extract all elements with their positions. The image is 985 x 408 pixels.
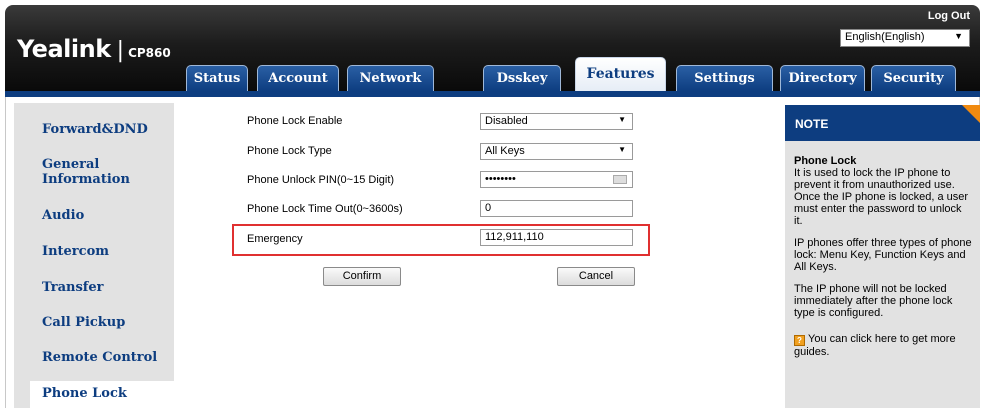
unlock-pin-input[interactable]: •••••••• bbox=[480, 171, 633, 188]
note-paragraph-2: IP phones offer three types of phone loc… bbox=[794, 237, 972, 273]
phone-lock-type-value: All Keys bbox=[485, 145, 525, 157]
tab-directory[interactable]: Directory bbox=[780, 65, 865, 91]
guide-link-text: You can click here to get more guides. bbox=[794, 333, 956, 358]
phone-lock-type-select[interactable]: All Keys ▼ bbox=[480, 143, 633, 160]
model-name: CP860 bbox=[128, 46, 171, 60]
tab-security[interactable]: Security bbox=[871, 65, 956, 91]
unlock-pin-label: Phone Unlock PIN(0~15 Digit) bbox=[247, 174, 395, 186]
phone-lock-enable-value: Disabled bbox=[485, 115, 528, 127]
logo-separator: | bbox=[116, 38, 125, 63]
unlock-pin-value: •••••••• bbox=[485, 173, 516, 185]
sidebar-item-transfer[interactable]: Transfer bbox=[42, 280, 103, 295]
keyboard-icon bbox=[613, 175, 627, 184]
note-panel: Phone Lock It is used to lock the IP pho… bbox=[785, 141, 980, 408]
language-select[interactable]: English(English) ▼ bbox=[840, 29, 970, 47]
cancel-button[interactable]: Cancel bbox=[557, 267, 635, 286]
brand-name: Yealink bbox=[17, 35, 111, 63]
tab-underline-bar bbox=[5, 91, 980, 97]
tab-dsskey[interactable]: Dsskey bbox=[483, 65, 561, 91]
yealink-logo: Yealink | CP860 bbox=[17, 35, 171, 63]
tab-network[interactable]: Network bbox=[347, 65, 434, 91]
sidebar-item-audio[interactable]: Audio bbox=[42, 208, 84, 223]
top-header: Yealink | CP860 Log Out English(English)… bbox=[5, 5, 980, 91]
sidebar-item-intercom[interactable]: Intercom bbox=[42, 244, 109, 259]
note-corner-accent bbox=[962, 105, 980, 123]
sidebar-item-phone-lock[interactable]: Phone Lock bbox=[42, 386, 127, 401]
logout-link[interactable]: Log Out bbox=[928, 10, 970, 22]
tab-features[interactable]: Features bbox=[575, 57, 666, 91]
tab-account[interactable]: Account bbox=[257, 65, 339, 91]
lock-timeout-input[interactable]: 0 bbox=[480, 200, 633, 217]
note-heading: NOTE bbox=[795, 117, 829, 131]
phone-lock-enable-label: Phone Lock Enable bbox=[247, 115, 343, 127]
chevron-down-icon: ▼ bbox=[954, 31, 963, 41]
phone-lock-type-label: Phone Lock Type bbox=[247, 145, 332, 157]
note-paragraph-3: The IP phone will not be locked immediat… bbox=[794, 283, 953, 319]
note-header: NOTE bbox=[785, 105, 980, 141]
emergency-input[interactable]: 112,911,110 bbox=[480, 229, 633, 246]
guide-link[interactable]: ? You can click here to get more guides. bbox=[794, 333, 972, 358]
help-icon: ? bbox=[794, 335, 805, 346]
lock-timeout-label: Phone Lock Time Out(0~3600s) bbox=[247, 203, 403, 215]
confirm-button[interactable]: Confirm bbox=[323, 267, 401, 286]
sidebar-item-general-information[interactable]: General Information bbox=[42, 157, 130, 187]
sidebar-item-call-pickup[interactable]: Call Pickup bbox=[42, 315, 125, 330]
note-title: Phone Lock bbox=[794, 155, 857, 167]
note-paragraph-1: It is used to lock the IP phone to preve… bbox=[794, 167, 969, 227]
sidebar-item-remote-control[interactable]: Remote Control bbox=[42, 350, 157, 365]
emergency-label: Emergency bbox=[247, 233, 303, 245]
tab-settings[interactable]: Settings bbox=[676, 65, 773, 91]
sidebar-item-forward-dnd[interactable]: Forward&DND bbox=[42, 122, 148, 137]
tab-status[interactable]: Status bbox=[186, 65, 248, 91]
chevron-down-icon: ▼ bbox=[618, 115, 626, 124]
language-value: English(English) bbox=[845, 31, 925, 43]
chevron-down-icon: ▼ bbox=[618, 145, 626, 154]
phone-lock-enable-select[interactable]: Disabled ▼ bbox=[480, 113, 633, 130]
